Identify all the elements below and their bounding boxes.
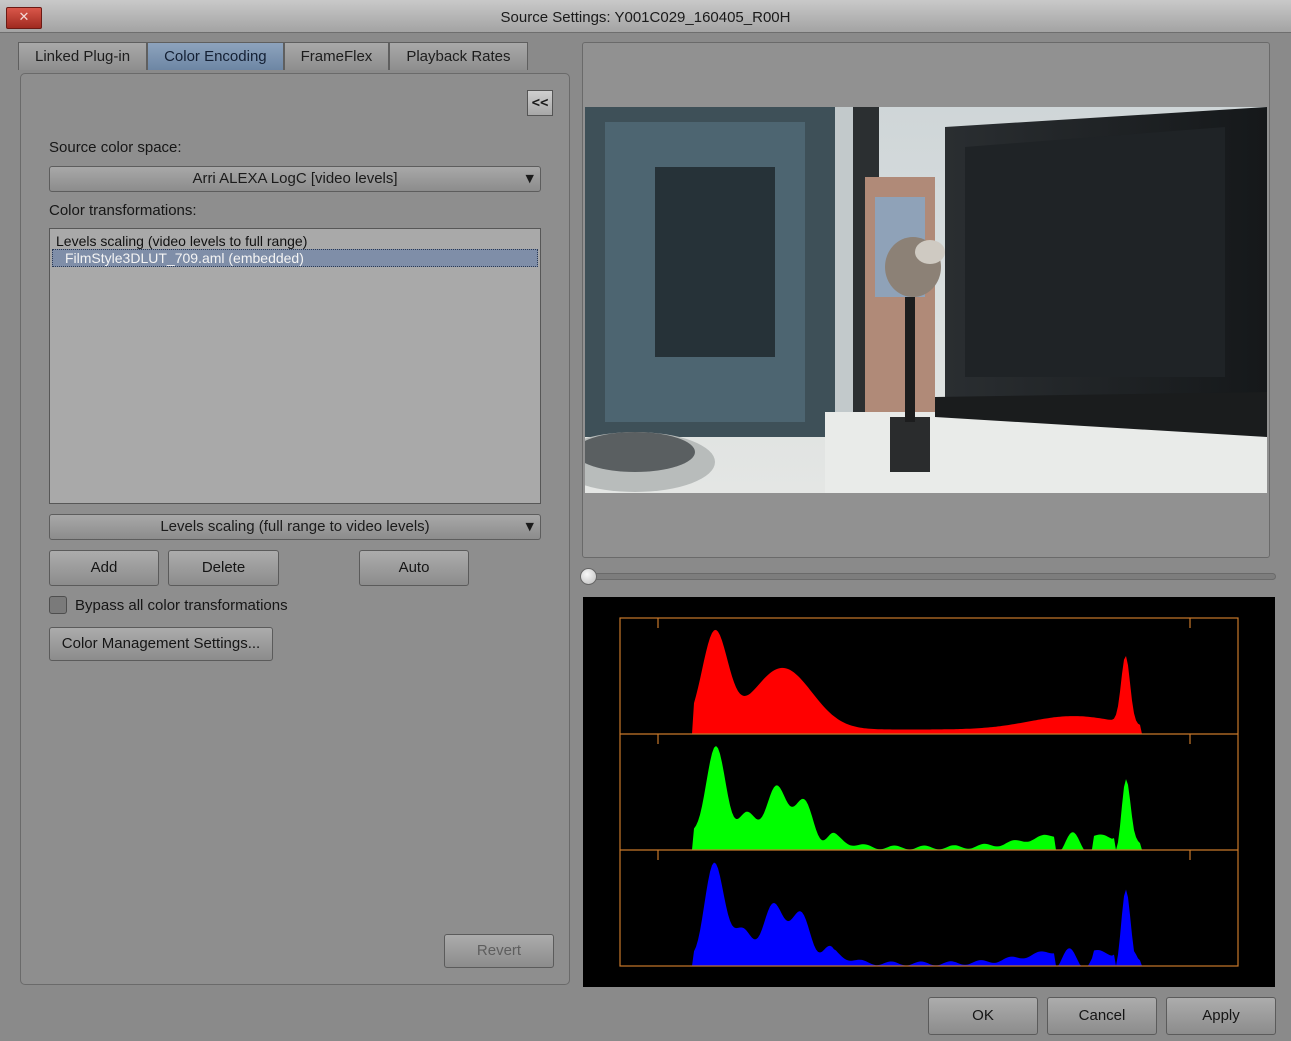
tab-playback-rates[interactable]: Playback Rates — [389, 42, 528, 70]
rgb-histogram — [583, 597, 1275, 987]
transformation-picker-dropdown[interactable]: Levels scaling (full range to video leve… — [49, 514, 541, 540]
add-button[interactable]: Add — [49, 550, 159, 586]
source-color-space-label: Source color space: — [49, 139, 182, 156]
scrub-slider-track[interactable] — [582, 573, 1276, 580]
list-item[interactable]: Levels scaling (video levels to full ran… — [50, 233, 540, 249]
list-item-selected[interactable]: FilmStyle3DLUT_709.aml (embedded) — [52, 249, 538, 267]
ok-button[interactable]: OK — [928, 997, 1038, 1035]
bypass-checkbox[interactable] — [49, 596, 67, 614]
color-transformations-label: Color transformations: — [49, 202, 197, 219]
color-transformations-list[interactable]: Levels scaling (video levels to full ran… — [49, 228, 541, 504]
auto-button[interactable]: Auto — [359, 550, 469, 586]
collapse-button[interactable]: << — [527, 90, 553, 116]
bypass-label: Bypass all color transformations — [75, 597, 288, 614]
transformation-picker-value: Levels scaling (full range to video leve… — [160, 518, 430, 535]
delete-button[interactable]: Delete — [168, 550, 279, 586]
color-management-settings-button[interactable]: Color Management Settings... — [49, 627, 273, 661]
cancel-button[interactable]: Cancel — [1047, 997, 1157, 1035]
revert-button[interactable]: Revert — [444, 934, 554, 968]
tab-color-encoding[interactable]: Color Encoding — [147, 42, 284, 70]
tab-bar: Linked Plug-in Color Encoding FrameFlex … — [18, 42, 528, 70]
source-preview-image — [585, 107, 1267, 493]
chevron-down-icon: ▼ — [525, 172, 534, 185]
chevron-down-icon: ▼ — [525, 520, 534, 533]
window-title: Source Settings: Y001C029_160405_R00H — [500, 9, 791, 26]
scrub-slider-thumb[interactable] — [580, 568, 597, 585]
tab-frameflex[interactable]: FrameFlex — [283, 42, 390, 70]
apply-button[interactable]: Apply — [1166, 997, 1276, 1035]
title-bar: ✕ Source Settings: Y001C029_160405_R00H — [0, 0, 1291, 33]
source-color-space-dropdown[interactable]: Arri ALEXA LogC [video levels] ▼ — [49, 166, 541, 192]
source-color-space-value: Arri ALEXA LogC [video levels] — [192, 170, 398, 187]
tab-linked-plugin[interactable]: Linked Plug-in — [18, 42, 148, 70]
